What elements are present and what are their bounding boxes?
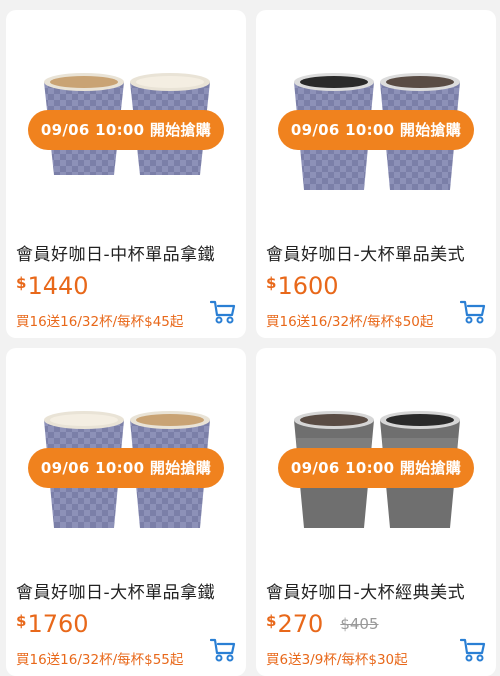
price-row: $1600 — [266, 272, 339, 302]
promo-text: 買16送16/32杯/每杯$50起 — [266, 314, 434, 330]
price-row: $1760 — [16, 610, 89, 640]
sale-start-badge: 09/06 10:00 開始搶購 — [28, 110, 224, 150]
cart-icon[interactable] — [210, 638, 236, 662]
product-title[interactable]: 會員好咖日-大杯單品美式 — [266, 240, 488, 265]
sale-start-badge: 09/06 10:00 開始搶購 — [28, 448, 224, 488]
product-card[interactable]: 09/06 10:00 開始搶購 會員好咖日-大杯單品拿鐵 $1760 買16送… — [6, 348, 246, 676]
product-title[interactable]: 會員好咖日-大杯經典美式 — [266, 578, 488, 603]
price-value: 270 — [277, 610, 324, 638]
product-card[interactable]: 09/06 10:00 開始搶購 會員好咖日-大杯經典美式 $270 $405 … — [256, 348, 496, 676]
product-price: $270 — [266, 610, 323, 638]
price-row: $270 $405 — [266, 610, 379, 640]
cart-icon[interactable] — [210, 300, 236, 324]
product-grid: 09/06 10:00 開始搶購 會員好咖日-中杯單品拿鐵 $1440 買16送… — [0, 0, 500, 676]
price-value: 1440 — [27, 272, 89, 300]
product-price: $1440 — [16, 272, 89, 300]
promo-text: 買16送16/32杯/每杯$45起 — [16, 314, 184, 330]
price-value: 1600 — [277, 272, 339, 300]
product-image[interactable]: 09/06 10:00 開始搶購 — [256, 10, 496, 230]
promo-text: 買6送3/9杯/每杯$30起 — [266, 652, 408, 668]
sale-start-badge: 09/06 10:00 開始搶購 — [278, 110, 474, 150]
promo-text: 買16送16/32杯/每杯$55起 — [16, 652, 184, 668]
product-price: $1600 — [266, 272, 339, 300]
currency-symbol: $ — [266, 274, 277, 292]
sale-start-badge: 09/06 10:00 開始搶購 — [278, 448, 474, 488]
currency-symbol: $ — [16, 274, 27, 292]
currency-symbol: $ — [266, 612, 277, 630]
cart-icon[interactable] — [460, 638, 486, 662]
product-card[interactable]: 09/06 10:00 開始搶購 會員好咖日-中杯單品拿鐵 $1440 買16送… — [6, 10, 246, 338]
price-row: $1440 — [16, 272, 89, 302]
original-price: $405 — [340, 615, 379, 633]
product-image[interactable]: 09/06 10:00 開始搶購 — [6, 10, 246, 230]
product-image[interactable]: 09/06 10:00 開始搶購 — [6, 348, 246, 568]
product-title[interactable]: 會員好咖日-大杯單品拿鐵 — [16, 578, 238, 603]
product-price: $1760 — [16, 610, 89, 638]
cart-icon[interactable] — [460, 300, 486, 324]
currency-symbol: $ — [16, 612, 27, 630]
product-title[interactable]: 會員好咖日-中杯單品拿鐵 — [16, 240, 238, 265]
product-image[interactable]: 09/06 10:00 開始搶購 — [256, 348, 496, 568]
product-card[interactable]: 09/06 10:00 開始搶購 會員好咖日-大杯單品美式 $1600 買16送… — [256, 10, 496, 338]
price-value: 1760 — [27, 610, 89, 638]
